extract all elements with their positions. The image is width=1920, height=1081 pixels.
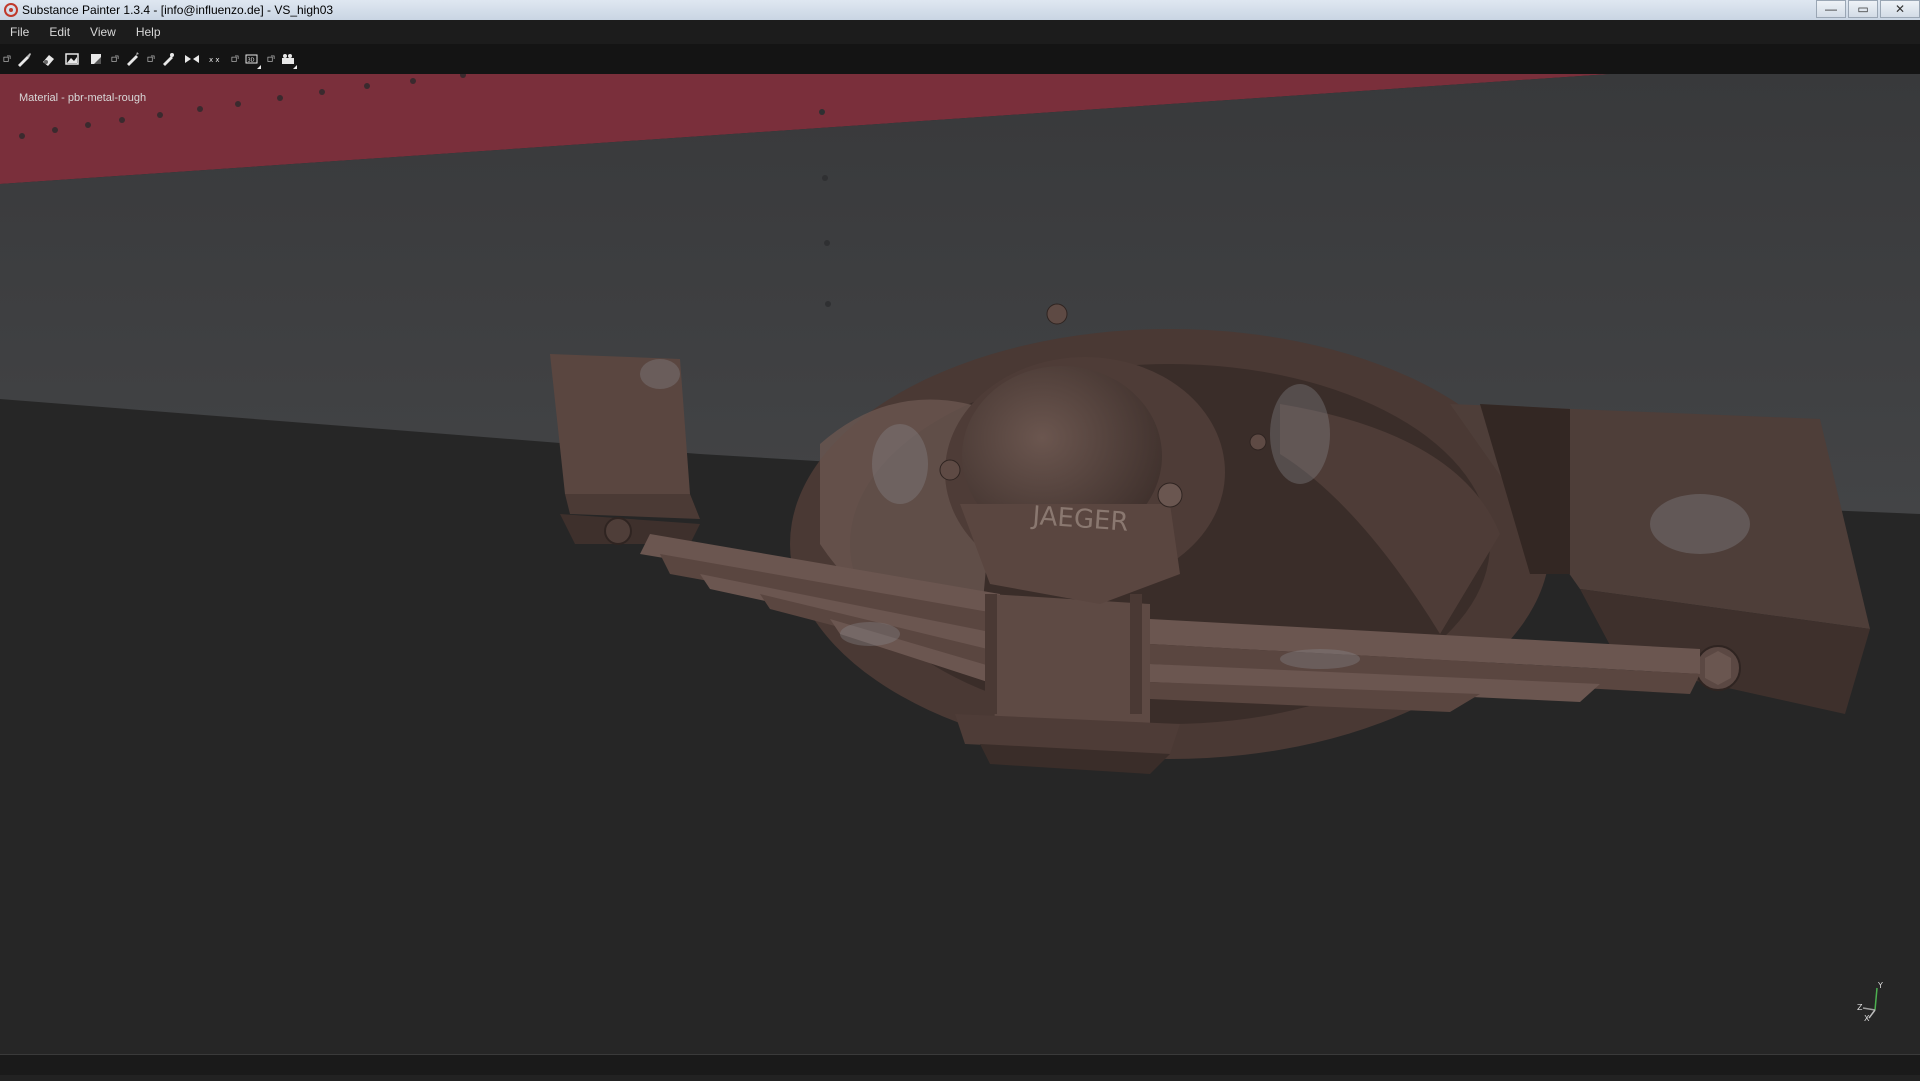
menu-help[interactable]: Help [126,25,171,39]
menu-bar: File Edit View Help [0,20,1920,44]
app-logo-icon [4,3,18,17]
menu-file[interactable]: File [0,25,39,39]
bottom-strip [0,1075,1920,1081]
menu-view[interactable]: View [80,25,126,39]
popout-icon[interactable] [266,48,276,70]
material-label: Material - pbr-metal-rough [19,92,147,104]
minimize-button[interactable]: — [1816,0,1846,18]
paint-brush-icon[interactable] [14,48,34,70]
bottom-panel-bar [0,1054,1920,1081]
axis-x-label: X [1864,1014,1870,1022]
symmetry-icon[interactable] [182,48,202,70]
3d-view-icon[interactable]: 3D [242,48,262,70]
svg-text:x x: x x [209,56,220,64]
2d-3d-view-icon[interactable]: x x [206,48,226,70]
axis-z-label: Z [1857,1003,1863,1012]
menu-edit[interactable]: Edit [39,25,80,39]
window-controls: — ▭ ✕ [1814,0,1920,20]
axis-y-label: Y [1877,982,1883,990]
eraser-icon[interactable] [38,48,58,70]
window-title: Substance Painter 1.3.4 - [info@influenz… [22,3,334,17]
tool-bar: x x 3D [0,44,1920,74]
svg-text:3D: 3D [248,58,255,64]
clone-icon[interactable] [158,48,178,70]
maximize-button[interactable]: ▭ [1848,0,1878,18]
title-bar: Substance Painter 1.3.4 - [info@influenz… [0,0,1920,20]
close-button[interactable]: ✕ [1880,0,1920,18]
popout-icon[interactable] [110,48,120,70]
popout-icon[interactable] [146,48,156,70]
spring-clamp [990,594,1150,734]
scene-render: JAEGER [0,74,1920,1054]
polygon-fill-icon[interactable] [86,48,106,70]
toolbar-expand-icon[interactable] [2,48,12,70]
projection-icon[interactable] [62,48,82,70]
popout-icon[interactable] [230,48,240,70]
camera-icon[interactable] [278,48,298,70]
3d-viewport[interactable]: JAEGER Material - pbr-metal-rough Y Z X [0,74,1920,1054]
axis-gizmo: Y Z X [1857,982,1883,1022]
smudge-icon[interactable] [122,48,142,70]
